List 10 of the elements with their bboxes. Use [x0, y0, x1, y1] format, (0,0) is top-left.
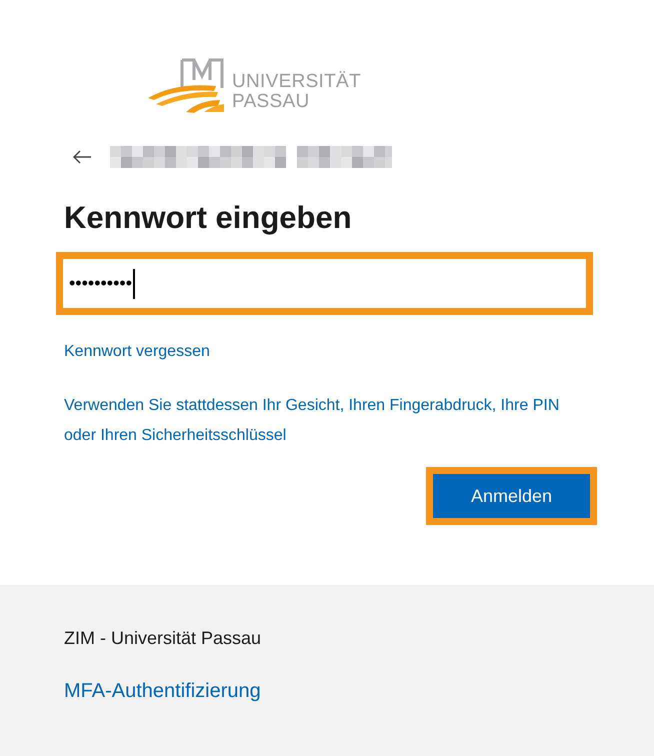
- logo-text: UNIVERSITÄT: [232, 72, 361, 92]
- logo-text: PASSAU: [232, 92, 310, 112]
- sign-in-button[interactable]: Anmelden: [426, 467, 597, 525]
- back-arrow-icon[interactable]: [72, 150, 92, 164]
- sign-in-option-link[interactable]: Verwenden Sie stattdessen Ihr Gesicht, Ihren Fingerabdruck, Ihre PIN oder Ihren Sicherheitsschlüssel: [64, 391, 594, 451]
- password-field[interactable]: ••••••••••: [56, 252, 593, 315]
- forgot-password-link[interactable]: Kennwort vergessen: [64, 337, 210, 367]
- organization-name: ZIM - Universität Passau: [64, 627, 262, 650]
- page-heading: Kennwort eingeben: [64, 199, 353, 237]
- mfa-link[interactable]: MFA-Authentifizierung: [64, 677, 261, 705]
